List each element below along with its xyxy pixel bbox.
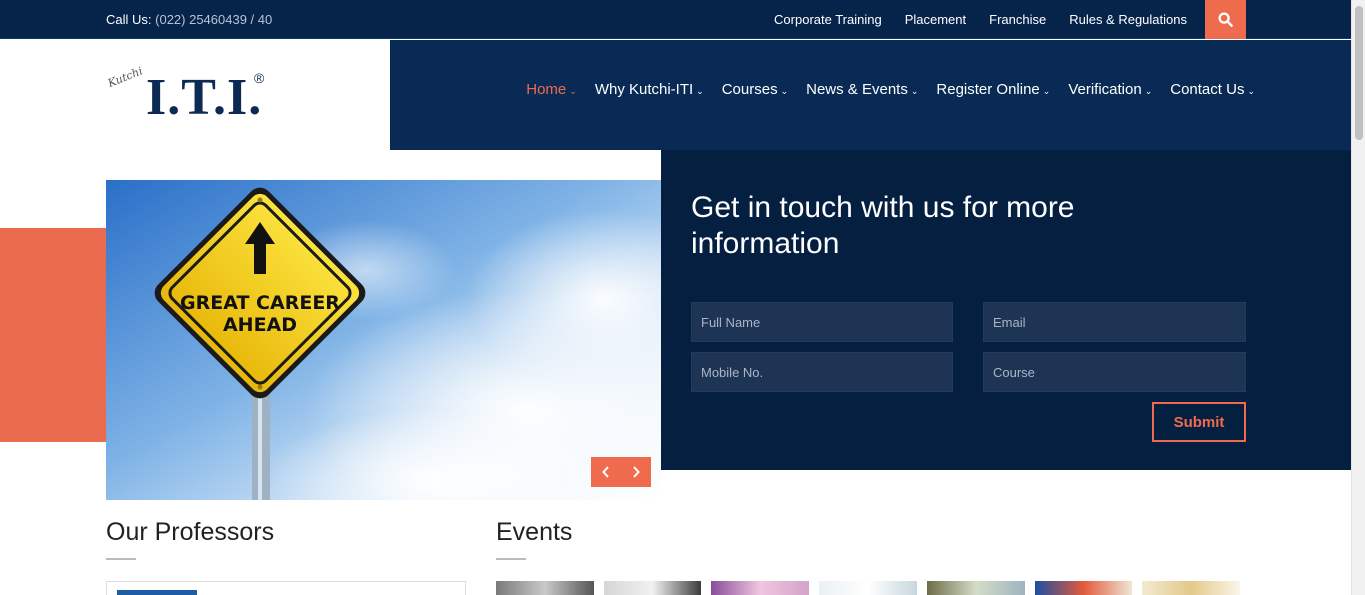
chevron-down-icon: ⌄ (910, 85, 919, 96)
logo-iti-text: I.T.I. (146, 69, 263, 126)
page: Call Us: (022) 25460439 / 40 Corporate T… (0, 0, 1365, 595)
submit-button[interactable]: Submit (1152, 402, 1246, 442)
scrollbar-thumb[interactable] (1355, 6, 1363, 140)
course-field[interactable]: Course (983, 352, 1246, 392)
event-thumbnail[interactable] (711, 581, 810, 595)
page-scrollbar[interactable] (1351, 0, 1365, 595)
site-logo[interactable]: Kutchi I.T.I. ® (106, 64, 276, 130)
slider-prev-button[interactable] (591, 457, 621, 487)
nav-contact-label: Contact Us (1170, 81, 1245, 98)
full-name-field[interactable]: Full Name (691, 302, 953, 342)
main-nav-bar: Home ⌄ Why Kutchi-ITI ⌄ Courses ⌄ News & Ev… (390, 40, 1351, 150)
event-thumbnail[interactable] (1142, 581, 1241, 595)
call-number[interactable]: (022) 25460439 / 40 (155, 12, 272, 27)
event-thumbnail[interactable] (819, 581, 917, 595)
chevron-right-icon (633, 466, 640, 478)
nav-item-why-kutchi-iti[interactable]: Why Kutchi-ITI ⌄ (595, 81, 704, 98)
top-bar: Call Us: (022) 25460439 / 40 Corporate T… (0, 0, 1351, 39)
nav-item-register-online[interactable]: Register Online ⌄ (936, 81, 1050, 98)
main-nav: Home ⌄ Why Kutchi-ITI ⌄ Courses ⌄ News & Ev… (526, 81, 1255, 98)
contact-panel: Get in touch with us for more informatio… (661, 150, 1351, 470)
logo-area: Kutchi I.T.I. ® (0, 40, 390, 180)
hero-image: GREAT CAREER AHEAD (106, 180, 661, 500)
professor-photo (117, 590, 197, 595)
nav-courses-label: Courses (721, 81, 778, 98)
professors-heading: Our Professors (106, 518, 275, 546)
nav-item-verification[interactable]: Verification ⌄ (1068, 81, 1152, 98)
logo-registered-mark: ® (254, 70, 265, 86)
event-thumbnail[interactable] (926, 581, 1025, 595)
hero-slider: GREAT CAREER AHEAD (106, 180, 661, 500)
sign-text-line2: AHEAD (223, 314, 297, 336)
chevron-down-icon: ⌄ (1042, 85, 1051, 96)
chevron-down-icon: ⌄ (1144, 85, 1153, 96)
nav-home-label: Home (526, 81, 567, 98)
events-gallery (496, 581, 1241, 595)
chevron-down-icon: ⌄ (569, 85, 577, 96)
event-thumbnail[interactable] (1034, 581, 1133, 595)
search-icon (1218, 12, 1233, 27)
nav-item-home[interactable]: Home ⌄ (526, 81, 577, 98)
chevron-left-icon (602, 466, 609, 478)
top-links: Corporate Training Placement Franchise R… (774, 12, 1187, 27)
chevron-down-icon: ⌄ (780, 85, 789, 96)
nav-verification-label: Verification (1068, 81, 1142, 98)
chevron-down-icon: ⌄ (1247, 85, 1255, 96)
events-underline (496, 558, 526, 560)
professors-underline (106, 558, 136, 560)
nav-register-label: Register Online (936, 81, 1040, 98)
nav-item-news-events[interactable]: News & Events ⌄ (806, 81, 918, 98)
email-field[interactable]: Email (983, 302, 1246, 342)
events-heading: Events (496, 518, 573, 546)
decorative-orange-block (0, 228, 106, 442)
link-franchise[interactable]: Franchise (989, 12, 1046, 27)
call-us: Call Us: (022) 25460439 / 40 (106, 12, 272, 27)
sign-text-line1: GREAT CAREER (180, 292, 340, 314)
link-placement[interactable]: Placement (905, 12, 966, 27)
search-button[interactable] (1205, 0, 1246, 39)
nav-item-contact-us[interactable]: Contact Us ⌄ (1170, 81, 1255, 98)
nav-item-courses[interactable]: Courses ⌄ (722, 81, 788, 98)
professor-card[interactable] (106, 581, 466, 595)
event-thumbnail[interactable] (496, 581, 594, 595)
contact-title: Get in touch with us for more informatio… (691, 191, 1075, 260)
link-corporate-training[interactable]: Corporate Training (774, 12, 882, 27)
nav-news-label: News & Events (806, 81, 908, 98)
link-rules-regulations[interactable]: Rules & Regulations (1069, 12, 1187, 27)
slider-next-button[interactable] (621, 457, 651, 487)
nav-why-label: Why Kutchi-ITI (594, 81, 694, 98)
call-label: Call Us: (106, 12, 152, 27)
event-thumbnail[interactable] (603, 581, 702, 595)
mobile-field[interactable]: Mobile No. (691, 352, 953, 392)
chevron-down-icon: ⌄ (696, 85, 704, 96)
logo-kutchi-text: Kutchi (106, 64, 145, 91)
slider-arrows (591, 457, 651, 487)
